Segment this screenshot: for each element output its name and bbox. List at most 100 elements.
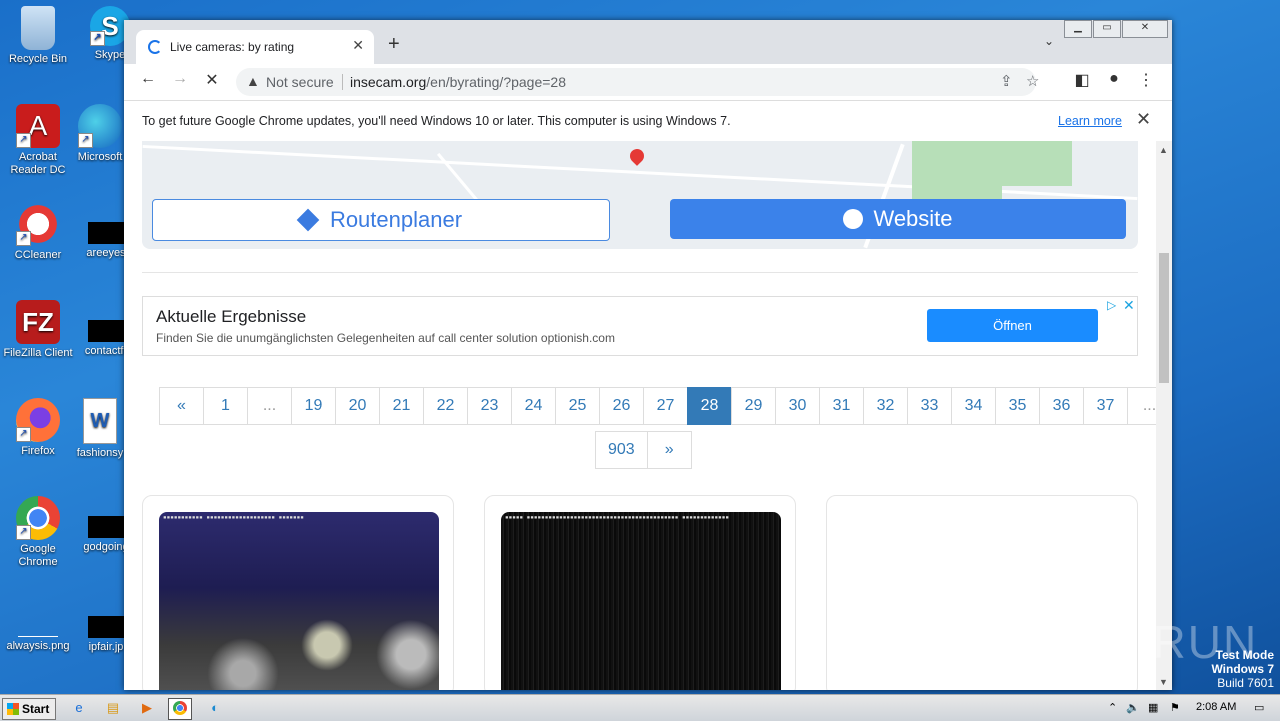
desktop-icon-ccleaner[interactable]: ↗ CCleaner: [0, 202, 76, 262]
taskbar-chrome-icon[interactable]: [168, 698, 192, 720]
page-link[interactable]: 20: [335, 387, 380, 425]
browser-window: Live cameras: by rating ✕ + ⌄ ▁ ▭ ✕ ← → …: [124, 20, 1172, 690]
taskbar-explorer-icon[interactable]: ▤: [102, 698, 124, 718]
windows-logo-icon: [7, 703, 19, 715]
page-link[interactable]: 1: [203, 387, 248, 425]
url-host: insecam.org: [350, 74, 427, 90]
ad-banner[interactable]: Aktuelle Ergebnisse Finden Sie die unumg…: [142, 296, 1138, 356]
tab-close-icon[interactable]: ✕: [352, 37, 364, 54]
menu-kebab-icon[interactable]: ⋮: [1134, 70, 1158, 90]
page-ellipsis: ...: [247, 387, 292, 425]
scrollbar-thumb[interactable]: [1159, 253, 1169, 383]
desktop-icon-recycle-bin[interactable]: Recycle Bin: [0, 6, 76, 66]
pagination-row-2: 903 »: [595, 431, 692, 469]
divider: [142, 272, 1138, 273]
page-link[interactable]: 35: [995, 387, 1040, 425]
stop-loading-button[interactable]: ✕: [200, 70, 224, 90]
desktop-icon-label: alwaysis.png: [6, 640, 70, 652]
taskbar-ie-icon[interactable]: e: [68, 698, 90, 718]
page-link[interactable]: 27: [643, 387, 688, 425]
network-icon[interactable]: ▦: [1148, 701, 1158, 714]
camera-thumbnail[interactable]: ▪▪▪▪▪▪▪▪▪▪▪ ▪▪▪▪▪▪▪▪▪▪▪▪▪▪▪▪▪▪▪ ▪▪▪▪▪▪▪: [159, 512, 439, 690]
globe-icon: [843, 209, 864, 229]
page-link[interactable]: 24: [511, 387, 556, 425]
page-link[interactable]: 23: [467, 387, 512, 425]
page-link[interactable]: 21: [379, 387, 424, 425]
page-link[interactable]: 33: [907, 387, 952, 425]
page-link[interactable]: 36: [1039, 387, 1084, 425]
chrome-icon: ↗: [16, 496, 60, 540]
acrobat-icon: A ↗: [16, 104, 60, 148]
page-link[interactable]: 32: [863, 387, 908, 425]
map-area[interactable]: Routenplaner Website: [142, 141, 1138, 249]
page-link[interactable]: 26: [599, 387, 644, 425]
page-link-next[interactable]: »: [646, 431, 692, 469]
profile-avatar-icon[interactable]: ●: [1102, 70, 1126, 88]
camera-thumbnail[interactable]: ▪▪▪▪▪ ▪▪▪▪▪▪▪▪▪▪▪▪▪▪▪▪▪▪▪▪▪▪▪▪▪▪▪▪▪▪▪▪▪▪…: [501, 512, 781, 690]
edge-icon: ↗: [78, 104, 122, 148]
desktop-icon-alwaysis[interactable]: alwaysis.png: [0, 606, 76, 653]
route-planner-label: Routenplaner: [329, 207, 463, 232]
pagination-row-1: « 1 ... 19 20 21 22 23 24 25 26 27 28 29…: [159, 387, 1156, 425]
page-link[interactable]: 30: [775, 387, 820, 425]
ccleaner-icon: ↗: [16, 202, 60, 246]
adchoices-icon[interactable]: ▷: [1107, 298, 1116, 312]
page-link[interactable]: 22: [423, 387, 468, 425]
volume-icon[interactable]: 🔈: [1126, 701, 1140, 714]
map-pin-icon: [627, 146, 647, 166]
share-icon[interactable]: ⇪: [1000, 72, 1013, 90]
desktop-icon-filezilla[interactable]: FZ FileZilla Client: [0, 300, 76, 360]
back-button[interactable]: ←: [136, 70, 160, 88]
page-link-active[interactable]: 28: [687, 387, 732, 425]
page-link[interactable]: 34: [951, 387, 996, 425]
test-mode-line: Windows 7: [1211, 662, 1274, 676]
tab-search-chevron-icon[interactable]: ⌄: [1044, 34, 1054, 48]
scroll-up-arrow-icon[interactable]: ▲: [1159, 145, 1168, 155]
page-link[interactable]: 29: [731, 387, 776, 425]
system-tray: ⌃ 🔈 ▦ ⚑ 2:08 AM ▭: [1100, 695, 1280, 721]
page-link[interactable]: 37: [1083, 387, 1128, 425]
forward-button[interactable]: →: [168, 70, 192, 88]
minimize-button[interactable]: ▁: [1064, 20, 1092, 38]
desktop-icon-label: CCleaner: [14, 249, 62, 261]
taskbar-media-player-icon[interactable]: ▶: [136, 698, 158, 718]
show-desktop-icon[interactable]: ▭: [1254, 701, 1264, 714]
close-window-button[interactable]: ✕: [1122, 20, 1168, 38]
page-link-prev[interactable]: «: [159, 387, 204, 425]
file-icon: [88, 516, 124, 538]
address-bar[interactable]: ▲ Not secure insecam.org/en/byrating/?pa…: [236, 68, 1039, 96]
tab-active[interactable]: Live cameras: by rating ✕: [136, 30, 374, 64]
ad-close-icon[interactable]: ✕: [1123, 297, 1135, 314]
bookmark-star-icon[interactable]: ☆: [1026, 72, 1039, 90]
ad-headline: Aktuelle Ergebnisse: [156, 307, 307, 326]
page-link-last[interactable]: 903: [595, 431, 648, 469]
window-controls: ▁ ▭ ✕: [1063, 20, 1168, 38]
website-button[interactable]: Website: [670, 199, 1126, 239]
route-planner-button[interactable]: Routenplaner: [152, 199, 610, 241]
tab-strip: Live cameras: by rating ✕ + ⌄ ▁ ▭ ✕: [124, 20, 1172, 64]
tray-expand-icon[interactable]: ⌃: [1108, 701, 1117, 714]
scroll-down-arrow-icon[interactable]: ▼: [1159, 677, 1168, 687]
page-ellipsis: ...: [1127, 387, 1156, 425]
url-text[interactable]: insecam.org/en/byrating/?page=28: [350, 74, 566, 90]
page-link[interactable]: 19: [291, 387, 336, 425]
new-tab-button[interactable]: +: [388, 33, 400, 56]
security-label[interactable]: Not secure: [266, 74, 334, 90]
desktop-icon-label: Google Chrome: [18, 543, 58, 568]
maximize-button[interactable]: ▭: [1093, 20, 1121, 38]
flag-icon[interactable]: ⚑: [1170, 701, 1180, 714]
start-button[interactable]: Start: [2, 698, 56, 720]
ad-open-button[interactable]: Öffnen: [927, 309, 1098, 342]
clock[interactable]: 2:08 AM: [1196, 701, 1236, 713]
learn-more-link[interactable]: Learn more: [1058, 114, 1122, 128]
page-link[interactable]: 31: [819, 387, 864, 425]
camera-card[interactable]: ▪▪▪▪▪ ▪▪▪▪▪▪▪▪▪▪▪▪▪▪▪▪▪▪▪▪▪▪▪▪▪▪▪▪▪▪▪▪▪▪…: [484, 495, 796, 690]
desktop-icon-chrome[interactable]: ↗ Google Chrome: [0, 496, 76, 569]
page-link[interactable]: 25: [555, 387, 600, 425]
side-panel-icon[interactable]: ◧: [1070, 70, 1094, 90]
taskbar-edge-icon[interactable]: ◐: [204, 698, 226, 718]
camera-card[interactable]: ▪▪▪▪▪▪▪▪▪▪▪ ▪▪▪▪▪▪▪▪▪▪▪▪▪▪▪▪▪▪▪ ▪▪▪▪▪▪▪: [142, 495, 454, 690]
desktop-icon-label: Recycle Bin: [8, 53, 68, 65]
infobar-close-icon[interactable]: ✕: [1136, 109, 1151, 130]
page-scrollbar[interactable]: ▲ ▼: [1156, 141, 1172, 690]
